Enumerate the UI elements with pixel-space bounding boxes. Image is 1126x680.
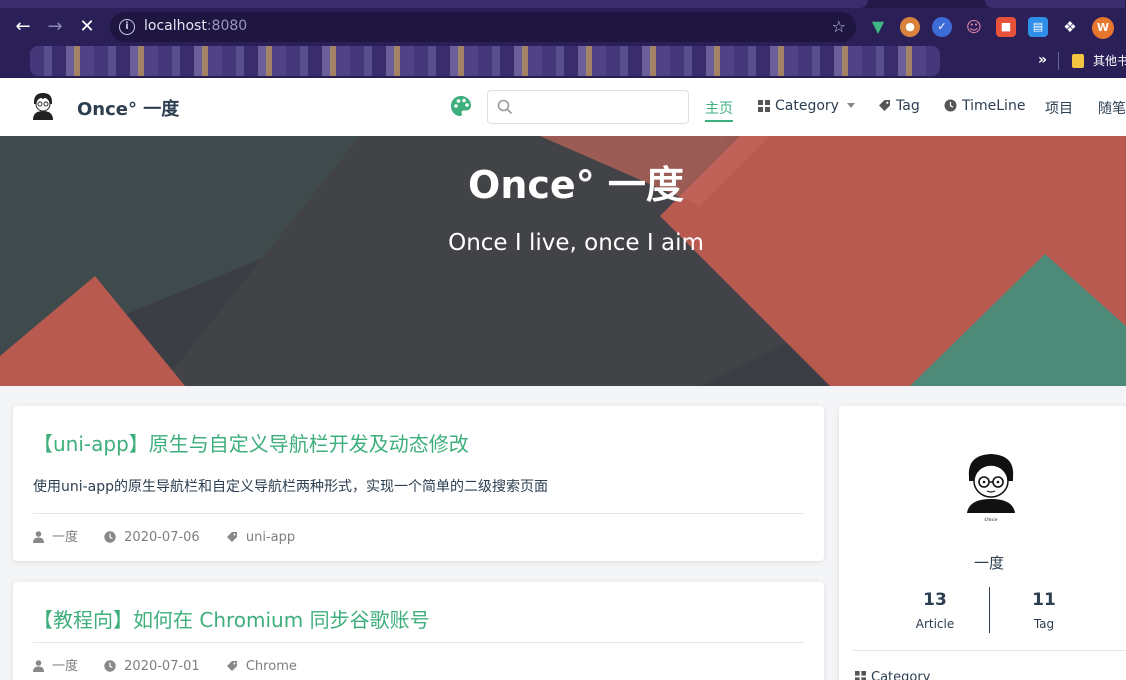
url-port: :8080	[206, 18, 248, 34]
post-tag[interactable]: Chrome	[246, 659, 297, 674]
nav-notes-label: 随笔	[1098, 101, 1126, 117]
grid-icon	[855, 671, 866, 680]
nav-tag[interactable]: Tag	[878, 98, 920, 114]
article-label: Article	[915, 617, 955, 631]
nav-category-label: Category	[775, 98, 839, 114]
post-author: 一度	[52, 659, 79, 674]
tag-count: 11	[1032, 590, 1056, 610]
nav-timeline-label: TimeLine	[962, 98, 1026, 114]
nav-home-label: 主页	[705, 101, 733, 117]
site-info-icon[interactable]: i	[119, 19, 135, 35]
address-url[interactable]: localhost:8080	[144, 18, 247, 34]
clock-icon	[104, 531, 116, 543]
hero-banner: Once° 一度 Once I live, once I aim	[0, 136, 1126, 386]
post-meta: 一度 2020-07-01 Chrome	[33, 655, 319, 674]
back-arrow-icon[interactable]: ←	[12, 16, 34, 38]
category-heading: Category	[855, 670, 930, 680]
grid-icon	[758, 100, 770, 112]
post-date: 2020-07-06	[124, 530, 200, 545]
nav-projects[interactable]: 项目	[1045, 98, 1073, 118]
post-card: 【教程向】如何在 Chromium 同步谷歌账号 一度 2020-07-01 C…	[13, 582, 824, 680]
search-box[interactable]	[487, 90, 689, 124]
cat-extension-icon[interactable]: ☺	[964, 17, 984, 37]
hero-subtitle: Once I live, once I aim	[448, 230, 704, 256]
site-navbar: Once° 一度 主页 Category Tag TimeLine 项目 随笔	[0, 78, 1126, 136]
browser-tab[interactable]	[985, 0, 1125, 8]
nav-notes[interactable]: 随笔	[1098, 98, 1126, 118]
nav-timeline[interactable]: TimeLine	[944, 98, 1025, 114]
tag-icon	[226, 532, 237, 542]
post-title[interactable]: 【教程向】如何在 Chromium 同步谷歌账号	[33, 604, 430, 633]
category-heading-label: Category	[871, 670, 931, 680]
user-icon	[33, 660, 44, 672]
forward-arrow-icon[interactable]: →	[44, 16, 66, 38]
tab-strip	[0, 0, 1126, 8]
browser-tab-active[interactable]	[0, 0, 868, 8]
clock-icon	[944, 99, 957, 112]
site-title[interactable]: Once° 一度	[77, 95, 179, 121]
tag-icon	[226, 661, 237, 671]
tag-icon	[879, 100, 890, 111]
article-count: 13	[923, 590, 947, 610]
translate-extension-icon[interactable]: ▤	[1028, 17, 1048, 37]
browser-chrome: ← → ✕ i localhost:8080 ☆ ▼ ● ✓ ☺ ■ ▤ ❖ W…	[0, 0, 1126, 78]
profile-divider	[853, 650, 1126, 651]
post-author: 一度	[52, 530, 79, 545]
nav-projects-label: 项目	[1045, 101, 1073, 117]
hero-title: Once° 一度	[468, 163, 684, 207]
svg-text:Once: Once	[984, 517, 997, 523]
bookmarks-bar: » 其他书签	[0, 46, 1126, 78]
folder-icon	[1072, 54, 1084, 68]
extensions-puzzle-icon[interactable]: ❖	[1060, 17, 1080, 37]
profile-card: Once 一度 13 Article 11 Tag Category	[839, 406, 1126, 680]
tag-count-stat[interactable]: 11 Tag	[994, 590, 1094, 631]
browser-toolbar: ← → ✕ i localhost:8080 ☆ ▼ ● ✓ ☺ ■ ▤ ❖ W	[0, 8, 1126, 46]
user-icon	[33, 531, 44, 543]
post-date: 2020-07-01	[124, 659, 200, 674]
post-divider	[33, 642, 804, 643]
bookmarks-blurred[interactable]	[30, 46, 940, 76]
post-card: 【uni-app】原生与自定义导航栏开发及动态修改 使用uni-app的原生导航…	[13, 406, 824, 561]
tiger-extension-icon[interactable]: ●	[900, 17, 920, 37]
vue-devtools-icon[interactable]: ▼	[868, 17, 888, 37]
url-host: localhost	[144, 18, 207, 34]
bookmarks-divider	[1058, 52, 1059, 70]
theme-palette-icon[interactable]	[450, 95, 472, 117]
tag-label: Tag	[1033, 617, 1055, 631]
search-icon	[497, 99, 513, 115]
checkmark-extension-icon[interactable]: ✓	[932, 17, 952, 37]
more-bookmarks-icon[interactable]: »	[1038, 52, 1047, 68]
post-meta: 一度 2020-07-06 uni-app	[33, 526, 317, 545]
red-extension-icon[interactable]: ■	[996, 17, 1016, 37]
profile-avatar: Once	[967, 454, 1015, 523]
profile-avatar-icon[interactable]: W	[1092, 17, 1114, 39]
post-summary: 使用uni-app的原生导航栏和自定义导航栏两种形式，实现一个简单的二级搜索页面	[33, 479, 549, 495]
post-tag[interactable]: uni-app	[246, 530, 295, 545]
search-input[interactable]	[520, 95, 684, 119]
stop-loading-icon[interactable]: ✕	[76, 16, 98, 38]
post-divider	[33, 513, 804, 514]
article-count-stat[interactable]: 13 Article	[885, 590, 985, 631]
post-title[interactable]: 【uni-app】原生与自定义导航栏开发及动态修改	[33, 428, 469, 457]
nav-tag-label: Tag	[896, 98, 920, 114]
other-bookmarks-label[interactable]: 其他书签	[1093, 52, 1126, 69]
logo-avatar-icon[interactable]	[30, 92, 56, 120]
address-bar[interactable]: i localhost:8080 ☆	[110, 12, 856, 42]
chevron-down-icon	[846, 103, 855, 108]
clock-icon	[104, 660, 116, 672]
nav-home[interactable]: 主页	[705, 98, 733, 122]
profile-name: 一度	[973, 554, 1004, 572]
bookmark-star-icon[interactable]: ☆	[832, 17, 846, 36]
stat-divider	[989, 587, 990, 633]
nav-category[interactable]: Category	[758, 98, 855, 114]
